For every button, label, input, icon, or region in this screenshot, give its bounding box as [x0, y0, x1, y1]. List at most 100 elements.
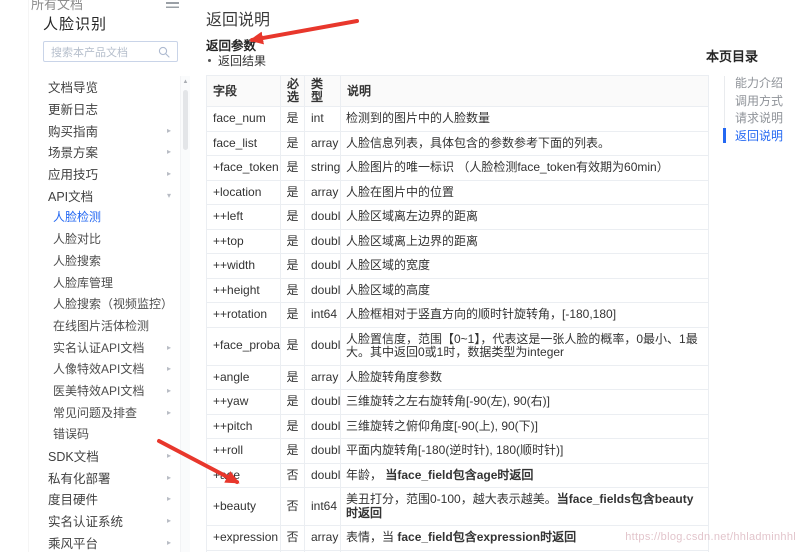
sidebar-item[interactable]: 常见问题及排查 ▸ [29, 401, 181, 423]
sidebar-item[interactable]: 错误码 [29, 423, 181, 445]
all-docs-link[interactable]: 所有文档 [31, 0, 83, 12]
cell-required: 是 [280, 179, 305, 205]
cell-required: 否 [280, 525, 305, 551]
toc-item[interactable]: 调用方式 [735, 92, 798, 110]
toc-item-label: 请求说明 [735, 111, 784, 126]
sidebar-item-label: 应用技巧 [48, 168, 99, 183]
search-icon[interactable] [158, 46, 170, 58]
chevron-right-icon[interactable]: ▸ [167, 516, 171, 525]
sidebar-item[interactable]: 医美特效API文档 ▸ [29, 380, 181, 402]
sidebar-item[interactable]: 人脸搜索（视频监控） [29, 293, 181, 315]
cell-type: double [304, 228, 341, 254]
table-row: face_list 是 array 人脸信息列表，具体包含的参数参考下面的列表。 [206, 130, 709, 156]
scroll-up-arrow-icon[interactable]: ▲ [181, 79, 190, 85]
toc-item[interactable]: 请求说明 [735, 109, 798, 127]
sidebar-item[interactable]: 购买指南 ▸ [29, 119, 181, 141]
sidebar-item[interactable]: SDK文档 ▸ [29, 445, 181, 467]
cell-field: +face_token [206, 155, 281, 181]
sidebar-scrollbar[interactable]: ▲ [180, 76, 190, 552]
chevron-right-icon[interactable]: ▸ [167, 451, 171, 460]
sidebar-item-label: 人脸对比 [53, 232, 102, 247]
cell-description: 人脸置信度，范围【0~1】，代表这是一张人脸的概率，0最小、1最大。其中返回0或… [340, 326, 709, 366]
cell-field: +face_probability [206, 326, 281, 366]
sidebar-item[interactable]: 人脸库管理 [29, 271, 181, 293]
sidebar-item[interactable]: 人脸检测 [29, 206, 181, 228]
cell-required: 是 [280, 228, 305, 254]
sidebar-item-label: 医美特效API文档 [53, 383, 145, 398]
sidebar-item[interactable]: 人脸对比 [29, 228, 181, 250]
sidebar-item-label: 人像特效API文档 [53, 362, 145, 377]
sidebar-header: 所有文档 [31, 0, 179, 12]
chevron-right-icon[interactable]: ▸ [167, 169, 171, 178]
cell-field: face_num [206, 106, 281, 132]
collapse-menu-icon[interactable] [166, 0, 179, 8]
sidebar-item[interactable]: 文档导览 [29, 76, 181, 98]
toc-item[interactable]: 返回说明 [723, 127, 798, 145]
sidebar-item-label: 人脸检测 [53, 210, 102, 225]
sidebar-item[interactable]: 度目硬件 ▸ [29, 488, 181, 510]
cell-type: int64 [304, 487, 341, 526]
toc-items: 能力介绍 调用方式请求说明返回说明 [706, 74, 798, 144]
cell-type: string [304, 155, 341, 181]
sidebar-item-label: 实名认证系统 [48, 515, 124, 530]
cell-required: 是 [280, 130, 305, 156]
search-input[interactable]: 搜索本产品文档 [43, 41, 178, 62]
chevron-right-icon[interactable]: ▸ [167, 408, 171, 417]
cell-type: double [304, 413, 341, 439]
sidebar-item[interactable]: 实名认证系统 ▸ [29, 510, 181, 532]
sidebar-item[interactable]: 实名认证API文档 ▸ [29, 336, 181, 358]
chevron-down-icon[interactable]: ▾ [167, 191, 171, 200]
cell-field: +location [206, 179, 281, 205]
table-row: +face_token 是 string 人脸图片的唯一标识 （人脸检测face_to… [206, 155, 709, 181]
toc-title: 本页目录 [706, 49, 759, 64]
cell-field: +age [206, 462, 281, 488]
table-row: +age否double年龄， 当face_field包含age时返回 [206, 462, 709, 488]
sidebar-item[interactable]: 乘风平台 ▸ [29, 531, 181, 552]
cell-field: +expression [206, 525, 281, 551]
table-row: ++left是double人脸区域离左边界的距离 [206, 204, 709, 230]
scrollbar-thumb[interactable] [183, 90, 188, 150]
cell-description: 人脸图片的唯一标识 （人脸检测face_token有效期为60min） [340, 155, 709, 181]
cell-field: ++pitch [206, 413, 281, 439]
table-row: ++roll是double平面内旋转角[-180(逆时针), 180(顺时针)] [206, 438, 709, 464]
cell-field: ++height [206, 277, 281, 303]
chevron-right-icon[interactable]: ▸ [167, 364, 171, 373]
toc-item[interactable]: 能力介绍 [735, 74, 798, 92]
table-row: ++top是double人脸区域离上边界的距离 [206, 228, 709, 254]
search-placeholder: 搜索本产品文档 [51, 46, 128, 59]
sidebar-item[interactable]: 人像特效API文档 ▸ [29, 358, 181, 380]
sidebar-item[interactable]: 应用技巧 ▸ [29, 163, 181, 185]
chevron-right-icon[interactable]: ▸ [167, 494, 171, 503]
table-row: +beauty 否 int64 美丑打分，范围0-100，越大表示越美。当face_f… [206, 487, 709, 526]
table-row: face_num 是 int 检测到的图片中的人脸数量 [206, 106, 709, 132]
toc-item-label: 返回说明 [735, 129, 784, 144]
chevron-right-icon[interactable]: ▸ [167, 147, 171, 156]
sidebar-item[interactable]: 人脸搜索 [29, 250, 181, 272]
page-toc: 本页目录 能力介绍 调用方式请求说明返回说明 [706, 46, 798, 144]
sidebar-item-label: 文档导览 [48, 81, 99, 96]
sidebar-item-label: 人脸库管理 [53, 275, 114, 290]
toc-active-indicator [723, 127, 726, 144]
sidebar-item[interactable]: 场景方案 ▸ [29, 141, 181, 163]
chevron-right-icon[interactable]: ▸ [167, 126, 171, 135]
sidebar-item-label: 更新日志 [48, 103, 99, 118]
product-title: 人脸识别 [43, 16, 108, 33]
toc-item-label: 调用方式 [735, 93, 784, 108]
sidebar-item-label: 购买指南 [48, 124, 99, 139]
doc-page: 所有文档 人脸识别 搜索本产品文档 文档导览 更新日志 购买指南 ▸ 场景方案 ▸ 应用技巧… [0, 0, 800, 552]
cell-description: 人脸信息列表，具体包含的参数参考下面的列表。 [340, 130, 709, 156]
cell-type: double [304, 438, 341, 464]
cell-type: double [304, 204, 341, 230]
sidebar-item-label: 错误码 [53, 427, 90, 442]
chevron-right-icon[interactable]: ▸ [167, 473, 171, 482]
cell-field: ++rotation [206, 302, 281, 328]
chevron-right-icon[interactable]: ▸ [167, 538, 171, 547]
chevron-right-icon[interactable]: ▸ [167, 386, 171, 395]
sidebar-item[interactable]: 在线图片活体检测 [29, 315, 181, 337]
sidebar-item[interactable]: 私有化部署 ▸ [29, 466, 181, 488]
table-row: +location 是 array 人脸在图片中的位置 [206, 179, 709, 205]
chevron-right-icon[interactable]: ▸ [167, 343, 171, 352]
sidebar-item[interactable]: 更新日志 [29, 98, 181, 120]
sidebar-item[interactable]: API文档 ▾ [29, 184, 181, 206]
cell-field: +beauty [206, 487, 281, 526]
